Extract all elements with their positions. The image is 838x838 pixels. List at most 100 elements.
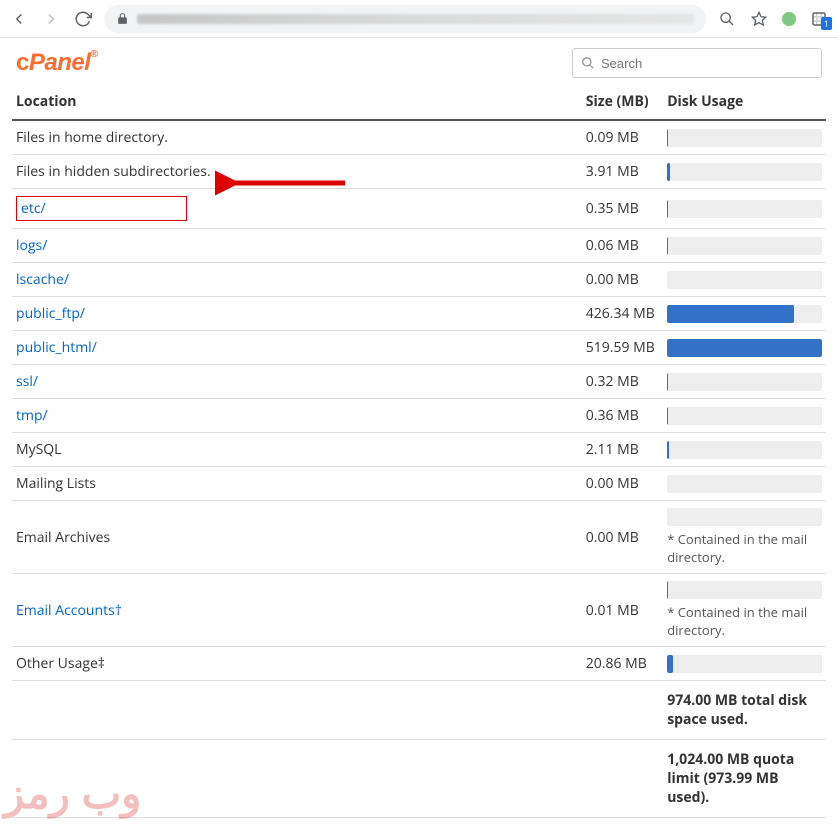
size-cell: 426.34 MB: [582, 297, 663, 331]
size-cell: 0.35 MB: [582, 189, 663, 229]
search-box[interactable]: [572, 48, 822, 78]
url-bar[interactable]: [104, 5, 706, 33]
table-row: Email Archives0.00 MB* Contained in the …: [12, 501, 826, 574]
table-row: public_ftp/426.34 MB: [12, 297, 826, 331]
zoom-icon[interactable]: [718, 10, 736, 28]
usage-note: * Contained in the mail directory.: [667, 603, 822, 639]
usage-cell: * Contained in the mail directory.: [663, 574, 826, 647]
nav-buttons: [10, 10, 92, 28]
location-link[interactable]: etc/: [21, 199, 46, 218]
size-cell: 0.00 MB: [582, 467, 663, 501]
usage-bar: [667, 163, 822, 181]
profile-dot-icon[interactable]: [782, 12, 796, 26]
size-cell: 20.86 MB: [582, 647, 663, 681]
usage-bar: [667, 305, 822, 323]
usage-cell: [663, 433, 826, 467]
table-row: public_html/519.59 MB: [12, 331, 826, 365]
page-header: cPanel®: [0, 38, 838, 84]
table-row: Mailing Lists0.00 MB: [12, 467, 826, 501]
usage-bar: [667, 200, 822, 218]
table-row: logs/0.06 MB: [12, 229, 826, 263]
summary-quota: 1,024.00 MB quota limit (973.99 MB used)…: [663, 740, 826, 818]
extension-badge: 1: [821, 17, 832, 30]
usage-bar: [667, 407, 822, 425]
browser-actions: 1: [718, 10, 828, 28]
size-cell: 0.36 MB: [582, 399, 663, 433]
header-size: Size (MB): [582, 84, 663, 120]
usage-cell: [663, 229, 826, 263]
size-cell: 0.01 MB: [582, 574, 663, 647]
search-icon: [581, 56, 595, 70]
size-cell: 0.00 MB: [582, 501, 663, 574]
table-row: Files in home directory.0.09 MB: [12, 120, 826, 155]
back-icon[interactable]: [10, 10, 28, 28]
usage-cell: [663, 331, 826, 365]
location-text: Files in home directory.: [12, 120, 582, 155]
usage-bar: [667, 237, 822, 255]
usage-cell: [663, 365, 826, 399]
usage-cell: * Contained in the mail directory.: [663, 501, 826, 574]
location-link[interactable]: tmp/: [16, 406, 48, 425]
usage-bar: [667, 339, 822, 357]
highlight-box: etc/: [16, 196, 187, 221]
location-link[interactable]: public_ftp/: [16, 304, 85, 323]
usage-cell: [663, 189, 826, 229]
summary-quota-row: 1,024.00 MB quota limit (973.99 MB used)…: [12, 740, 826, 818]
usage-cell: [663, 263, 826, 297]
location-link[interactable]: lscache/: [16, 270, 69, 289]
lock-icon: [116, 12, 129, 25]
table-row: Files in hidden subdirectories.3.91 MB: [12, 155, 826, 189]
location-text: MySQL: [12, 433, 582, 467]
location-text: Email Archives: [12, 501, 582, 574]
location-text: Mailing Lists: [12, 467, 582, 501]
table-row: tmp/0.36 MB: [12, 399, 826, 433]
cpanel-logo[interactable]: cPanel®: [16, 49, 97, 77]
usage-bar: [667, 581, 822, 599]
size-cell: 519.59 MB: [582, 331, 663, 365]
table-row: lscache/0.00 MB: [12, 263, 826, 297]
usage-cell: [663, 120, 826, 155]
header-usage: Disk Usage: [663, 84, 826, 120]
reload-icon[interactable]: [74, 10, 92, 28]
size-cell: 0.00 MB: [582, 263, 663, 297]
extension-icon[interactable]: 1: [810, 10, 828, 28]
table-row: Email Accounts† 0.01 MB* Contained in the…: [12, 574, 826, 647]
location-text: Other Usage‡: [12, 647, 582, 681]
search-input[interactable]: [601, 56, 813, 71]
browser-toolbar: 1: [0, 0, 838, 38]
table-row: MySQL2.11 MB: [12, 433, 826, 467]
usage-note: * Contained in the mail directory.: [667, 530, 822, 566]
usage-cell: [663, 647, 826, 681]
usage-bar: [667, 271, 822, 289]
summary-total: 974.00 MB total disk space used.: [663, 681, 826, 740]
usage-bar: [667, 441, 822, 459]
url-text-blurred: [137, 14, 694, 24]
usage-cell: [663, 399, 826, 433]
size-cell: 0.32 MB: [582, 365, 663, 399]
usage-cell: [663, 297, 826, 331]
summary-total-row: 974.00 MB total disk space used.: [12, 681, 826, 740]
forward-icon[interactable]: [42, 10, 60, 28]
header-location: Location: [12, 84, 582, 120]
size-cell: 2.11 MB: [582, 433, 663, 467]
usage-cell: [663, 467, 826, 501]
usage-bar: [667, 475, 822, 493]
star-icon[interactable]: [750, 10, 768, 28]
location-text: Files in hidden subdirectories.: [12, 155, 582, 189]
table-row: ssl/0.32 MB: [12, 365, 826, 399]
table-row: etc/0.35 MB: [12, 189, 826, 229]
size-cell: 3.91 MB: [582, 155, 663, 189]
disk-usage-table: Location Size (MB) Disk Usage Files in h…: [12, 84, 826, 818]
usage-bar: [667, 373, 822, 391]
usage-bar: [667, 129, 822, 147]
size-cell: 0.09 MB: [582, 120, 663, 155]
usage-bar: [667, 508, 822, 526]
usage-cell: [663, 155, 826, 189]
usage-bar: [667, 655, 822, 673]
location-link[interactable]: public_html/: [16, 338, 97, 357]
location-link[interactable]: ssl/: [16, 372, 38, 391]
location-link[interactable]: Email Accounts†: [16, 601, 122, 620]
size-cell: 0.06 MB: [582, 229, 663, 263]
table-row: Other Usage‡20.86 MB: [12, 647, 826, 681]
location-link[interactable]: logs/: [16, 236, 47, 255]
